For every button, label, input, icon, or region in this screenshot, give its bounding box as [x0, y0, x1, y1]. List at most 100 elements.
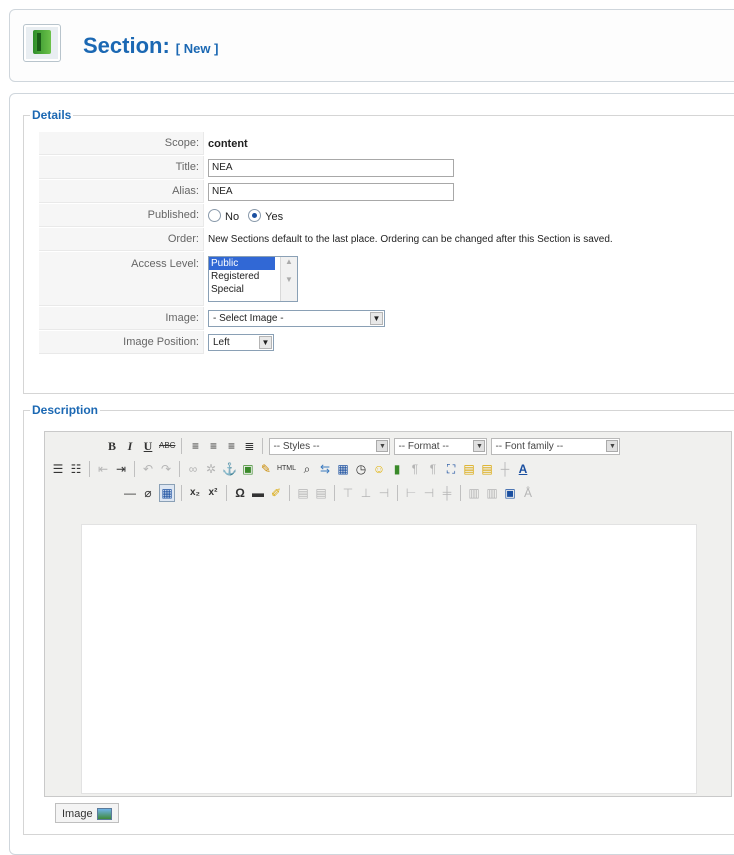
access-option-registered[interactable]: Registered [209, 270, 275, 283]
bold-icon[interactable]: B [105, 438, 119, 454]
published-yes-label: Yes [265, 210, 284, 223]
unlink-icon[interactable]: ✲ [204, 461, 218, 477]
advanced-hr-icon[interactable]: ▬ [251, 485, 265, 501]
align-left-icon[interactable]: ≡ [188, 438, 202, 454]
published-yes-radio[interactable] [248, 208, 262, 222]
text-color-icon[interactable]: A [516, 461, 530, 477]
select-all-icon[interactable]: ┼ [498, 461, 512, 477]
insert-image-button[interactable]: Image [55, 803, 119, 823]
access-level-listbox[interactable]: Public Registered Special ▲ ▼ [208, 256, 298, 302]
indent-icon[interactable]: ⇥ [114, 461, 128, 477]
font-family-select[interactable]: -- Font family -- ▼ [491, 437, 621, 455]
toolbar-row-1: B I U ABC ≡ ≡ ≡ ≣ -- Styles -- ▼ -- Forma… [105, 435, 621, 457]
page-header: Section: [ New ] [9, 9, 734, 82]
app-section-icon [23, 24, 61, 62]
description-legend: Description [32, 403, 99, 417]
access-level-label: Access Level: [39, 252, 204, 306]
alias-label: Alias: [39, 180, 204, 203]
toolbar-row-3: — ⌀ ▦ x₂ x² Ω ▬ ✐ ▤ ▤ ⊤ ⊥ ⊣ ⊢ ⊣ ╪ ▥ ▥ ▣ … [123, 482, 535, 504]
image-select[interactable]: - Select Image - ▼ [208, 310, 385, 327]
image-position-value: Left [213, 337, 230, 348]
rtl-icon[interactable]: ¶ [426, 461, 440, 477]
scope-value: content [208, 137, 248, 150]
editor-content-area[interactable] [81, 524, 697, 794]
insert-date-icon[interactable]: ▦ [336, 461, 350, 477]
anchor-icon[interactable]: ⚓ [222, 461, 237, 477]
table-row-props-icon[interactable]: ▤ [296, 485, 310, 501]
superscript-icon[interactable]: x² [206, 485, 220, 501]
align-center-icon[interactable]: ≡ [206, 438, 220, 454]
style-props-icon[interactable]: Å [521, 485, 535, 501]
ltr-icon[interactable]: ¶ [408, 461, 422, 477]
chevron-down-icon: ▼ [370, 312, 383, 325]
order-text: New Sections default to the last place. … [208, 234, 613, 245]
insert-row-after-icon[interactable]: ⊥ [359, 485, 373, 501]
scope-label: Scope: [39, 132, 204, 155]
format-select-value: -- Format -- [398, 440, 449, 452]
outdent-icon[interactable]: ⇤ [96, 461, 110, 477]
page-title: Section: [ New ] [83, 33, 218, 59]
font-family-select-value: -- Font family -- [495, 440, 564, 452]
details-table: Scope: content Title: Alias: Published: … [39, 131, 613, 355]
redo-icon[interactable]: ↷ [159, 461, 173, 477]
subscript-icon[interactable]: x₂ [188, 485, 202, 501]
split-cells-icon[interactable]: ▥ [467, 485, 481, 501]
table-icon[interactable]: ▣ [503, 485, 517, 501]
table-cell-props-icon[interactable]: ▤ [314, 485, 328, 501]
link-icon[interactable]: ∞ [186, 461, 200, 477]
chevron-down-icon: ▼ [376, 439, 389, 452]
merge-cells-icon[interactable]: ▥ [485, 485, 499, 501]
emoticons-icon[interactable]: ☺ [372, 461, 386, 477]
image-icon[interactable]: ▣ [241, 461, 255, 477]
strikethrough-icon[interactable]: ABC [159, 438, 175, 454]
justify-icon[interactable]: ≣ [242, 438, 256, 454]
delete-col-icon[interactable]: ╪ [440, 485, 454, 501]
insert-row-before-icon[interactable]: ⊤ [341, 485, 355, 501]
cleanup-icon[interactable]: ✎ [259, 461, 273, 477]
undo-icon[interactable]: ↶ [141, 461, 155, 477]
special-char-icon[interactable]: Ω [233, 485, 247, 501]
bullet-list-icon[interactable]: ☰ [51, 461, 65, 477]
horizontal-rule-icon[interactable]: — [123, 485, 137, 501]
replace-icon[interactable]: ⇆ [318, 461, 332, 477]
media-icon[interactable]: ▮ [390, 461, 404, 477]
paste-text-icon[interactable]: ▤ [462, 461, 476, 477]
access-option-public[interactable]: Public [209, 257, 275, 270]
html-icon[interactable]: HTML [277, 461, 296, 477]
chevron-down-icon: ▼ [259, 336, 272, 349]
access-option-special[interactable]: Special [209, 283, 275, 296]
image-position-select[interactable]: Left ▼ [208, 334, 274, 351]
published-label: Published: [39, 204, 204, 227]
image-select-value: - Select Image - [213, 313, 284, 324]
insert-image-button-label: Image [62, 808, 93, 820]
toolbar-row-2: ☰ ☷ ⇤ ⇥ ↶ ↷ ∞ ✲ ⚓ ▣ ✎ HTML ⌕ ⇆ ▦ ◷ ☺ ▮ ¶… [51, 458, 530, 480]
alias-input[interactable] [208, 182, 454, 201]
paste-word-icon[interactable]: ▤ [480, 461, 494, 477]
listbox-scrollbar[interactable]: ▲ ▼ [280, 257, 297, 301]
insert-col-before-icon[interactable]: ⊢ [404, 485, 418, 501]
insert-time-icon[interactable]: ◷ [354, 461, 368, 477]
numbered-list-icon[interactable]: ☷ [69, 461, 83, 477]
format-select[interactable]: -- Format -- ▼ [394, 437, 488, 455]
delete-row-icon[interactable]: ⊣ [377, 485, 391, 501]
insert-edit-icon[interactable]: ✐ [269, 485, 283, 501]
published-no-radio[interactable] [208, 208, 221, 222]
styles-select-value: -- Styles -- [273, 440, 320, 452]
remove-format-icon[interactable]: ⌀ [141, 485, 155, 501]
align-right-icon[interactable]: ≡ [224, 438, 238, 454]
italic-icon[interactable]: I [123, 438, 137, 454]
visual-aid-icon[interactable]: ▦ [159, 484, 175, 502]
find-icon[interactable]: ⌕ [300, 461, 314, 477]
insert-col-after-icon[interactable]: ⊣ [422, 485, 436, 501]
title-label: Title: [39, 156, 204, 179]
details-legend: Details [32, 108, 72, 122]
fullscreen-icon[interactable]: ⛶ [444, 461, 458, 477]
underline-icon[interactable]: U [141, 438, 155, 454]
chevron-down-icon: ▼ [606, 439, 619, 452]
page-title-text: Section: [83, 33, 170, 58]
image-position-label: Image Position: [39, 331, 204, 354]
chevron-down-icon: ▼ [473, 439, 486, 452]
image-icon [97, 808, 112, 820]
styles-select[interactable]: -- Styles -- ▼ [269, 437, 391, 455]
title-input[interactable] [208, 158, 454, 177]
